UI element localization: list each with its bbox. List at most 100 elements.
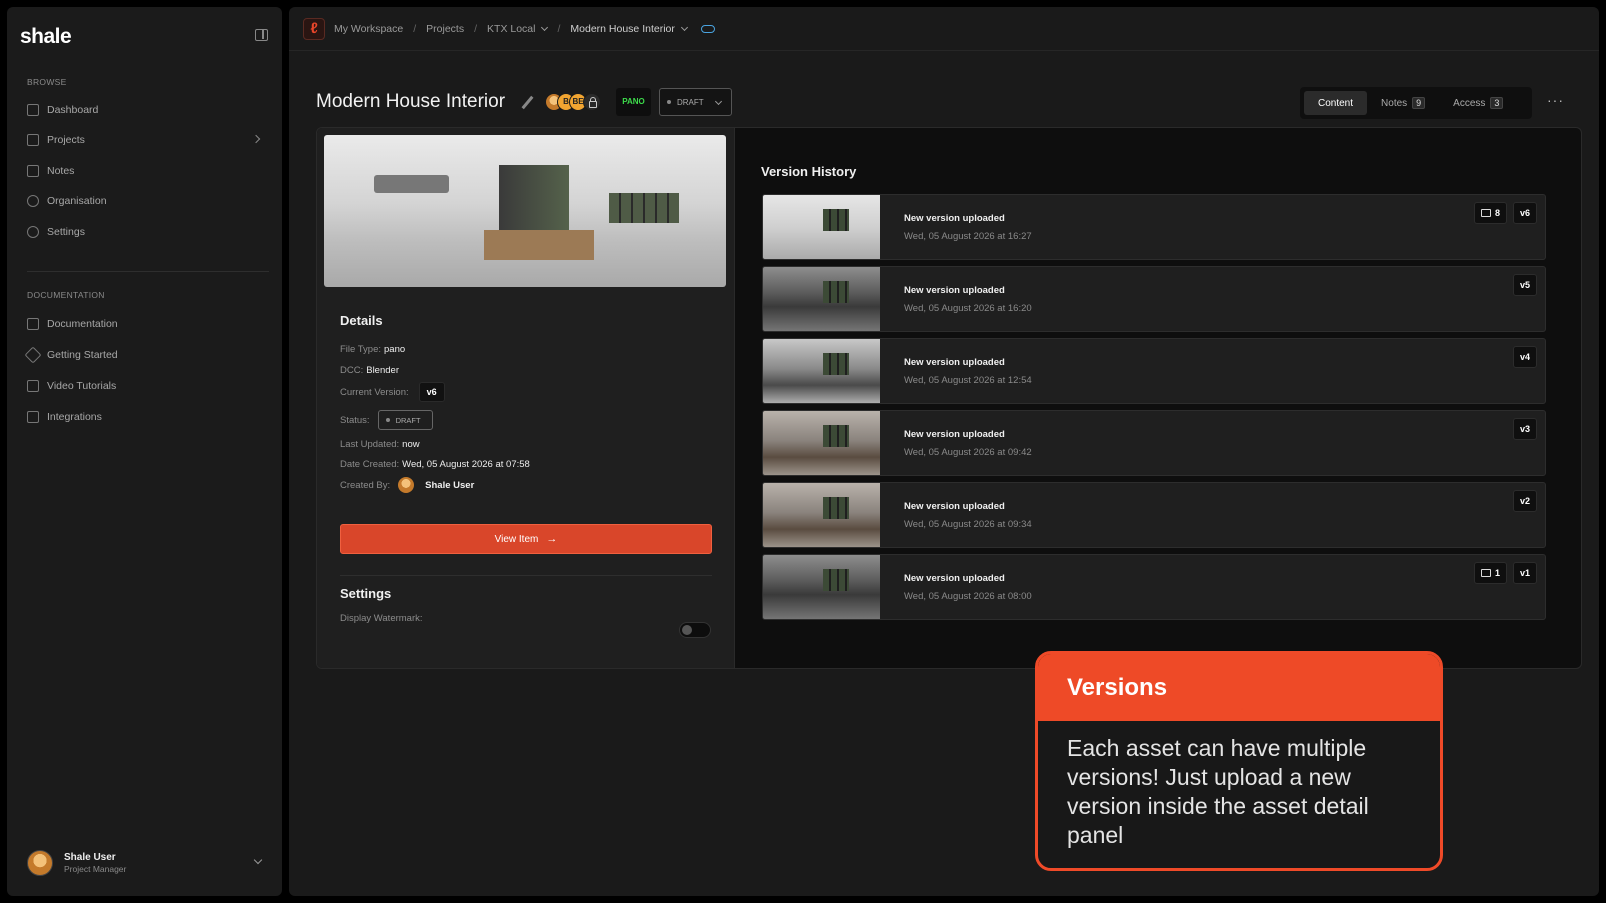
detail-status: Status: DRAFT xyxy=(340,410,433,430)
version-date: Wed, 05 August 2026 at 09:42 xyxy=(904,447,1032,458)
sidebar-item-organisation[interactable]: Organisation xyxy=(27,190,269,212)
sidebar-item-getting-started[interactable]: Getting Started xyxy=(24,344,269,366)
video-icon xyxy=(27,380,39,392)
link-icon[interactable] xyxy=(700,25,715,33)
tab-access[interactable]: Access 3 xyxy=(1439,91,1517,115)
breadcrumb-separator: / xyxy=(413,23,417,35)
version-thumbnail xyxy=(763,339,880,403)
version-title: New version uploaded xyxy=(904,429,1005,440)
status-select-label: DRAFT xyxy=(677,97,704,107)
detail-last-updated: Last Updated: now xyxy=(340,439,420,450)
chevron-down-icon xyxy=(541,23,549,32)
comment-icon xyxy=(1480,209,1491,217)
sidebar-item-documentation[interactable]: Documentation xyxy=(27,313,269,335)
version-date: Wed, 05 August 2026 at 12:54 xyxy=(904,375,1032,386)
version-row[interactable]: New version uploaded Wed, 05 August 2026… xyxy=(762,266,1546,332)
tab-count-badge: 9 xyxy=(1412,97,1426,109)
sidebar-item-label: Integrations xyxy=(47,411,102,423)
app-logo[interactable]: shale xyxy=(20,25,72,49)
file-type-badge: PANO xyxy=(616,88,651,116)
sidebar-item-notes[interactable]: Notes xyxy=(27,160,269,182)
comment-count-badge[interactable]: 1 xyxy=(1473,562,1507,584)
chevron-down-icon xyxy=(253,855,263,865)
sidebar-item-projects[interactable]: Projects xyxy=(27,129,269,151)
breadcrumb: My Workspace / Projects / KTX Local / Mo… xyxy=(334,23,715,35)
version-row[interactable]: New version uploaded Wed, 05 August 2026… xyxy=(762,338,1546,404)
breadcrumb-projects[interactable]: Projects xyxy=(426,23,464,35)
sidebar-item-settings[interactable]: Settings xyxy=(27,221,269,243)
lock-icon xyxy=(583,93,601,111)
sidebar-item-label: Getting Started xyxy=(47,349,118,361)
status-badge: DRAFT xyxy=(377,410,433,430)
sidebar-item-label: Notes xyxy=(47,165,75,177)
preview-floor xyxy=(484,230,594,260)
version-title: New version uploaded xyxy=(904,357,1005,368)
version-tag: v6 xyxy=(1513,202,1537,224)
detail-label: File Type: xyxy=(340,344,382,355)
notebook-icon xyxy=(27,165,39,177)
sidebar-item-integrations[interactable]: Integrations xyxy=(27,406,269,428)
version-date: Wed, 05 August 2026 at 09:34 xyxy=(904,519,1032,530)
view-item-button[interactable]: View Item → xyxy=(340,524,712,554)
browse-section-label: BROWSE xyxy=(27,77,67,87)
version-row[interactable]: New version uploaded Wed, 05 August 2026… xyxy=(762,410,1546,476)
sidebar-item-dashboard[interactable]: Dashboard xyxy=(27,99,269,121)
detail-label: Status: xyxy=(340,414,370,426)
breadcrumb-asset[interactable]: Modern House Interior xyxy=(570,23,688,35)
sidebar-item-label: Video Tutorials xyxy=(47,380,117,392)
breadcrumb-separator: / xyxy=(474,23,478,35)
versions-callout: Versions Each asset can have multiple ve… xyxy=(1035,651,1443,871)
asset-preview-image[interactable] xyxy=(324,135,726,287)
comment-count-badge[interactable]: 8 xyxy=(1473,202,1507,224)
library-icon xyxy=(27,318,39,330)
version-title: New version uploaded xyxy=(904,213,1005,224)
setting-watermark: Display Watermark: xyxy=(340,613,423,624)
preview-window xyxy=(609,193,679,223)
sidebar-item-video-tutorials[interactable]: Video Tutorials xyxy=(27,375,269,397)
breadcrumb-project[interactable]: KTX Local xyxy=(487,23,549,35)
breadcrumb-separator: / xyxy=(557,23,561,35)
version-tag: v2 xyxy=(1513,490,1537,512)
version-row[interactable]: New version uploaded Wed, 05 August 2026… xyxy=(762,194,1546,260)
workspace-logo-icon[interactable]: ℓ xyxy=(303,18,325,40)
more-options-icon[interactable]: ··· xyxy=(1547,92,1564,108)
sidebar-collapse-icon[interactable] xyxy=(255,29,268,41)
tab-notes[interactable]: Notes 9 xyxy=(1367,91,1439,115)
detail-current-version: Current Version: v6 xyxy=(340,382,445,402)
details-heading: Details xyxy=(340,313,383,328)
version-row[interactable]: New version uploaded Wed, 05 August 2026… xyxy=(762,482,1546,548)
sidebar-item-label: Documentation xyxy=(47,318,118,330)
version-date: Wed, 05 August 2026 at 16:27 xyxy=(904,231,1032,242)
status-dot-icon xyxy=(385,418,390,422)
detail-label: Current Version: xyxy=(340,386,409,398)
version-thumbnail xyxy=(763,411,880,475)
version-thumbnail xyxy=(763,195,880,259)
detail-file-type: File Type: pano xyxy=(340,344,405,355)
arrow-right-icon: → xyxy=(546,533,558,545)
chevron-down-icon xyxy=(714,97,723,106)
preview-fixture xyxy=(374,175,449,193)
tab-content[interactable]: Content xyxy=(1304,91,1368,115)
callout-header: Versions xyxy=(1038,654,1440,721)
topbar: ℓ My Workspace / Projects / KTX Local / … xyxy=(289,7,1599,51)
version-thumbnail xyxy=(763,483,880,547)
panel-divider xyxy=(340,575,712,576)
callout-body: Each asset can have multiple versions! J… xyxy=(1067,735,1369,848)
user-menu[interactable]: Shale User Project Manager xyxy=(27,849,267,879)
breadcrumb-project-label: KTX Local xyxy=(487,23,536,35)
version-tag: v6 xyxy=(418,382,445,402)
version-title: New version uploaded xyxy=(904,285,1005,296)
pencil-icon[interactable] xyxy=(521,95,534,110)
breadcrumb-workspace[interactable]: My Workspace xyxy=(334,23,403,35)
version-row[interactable]: New version uploaded Wed, 05 August 2026… xyxy=(762,554,1546,620)
detail-label: Date Created: xyxy=(340,459,400,470)
tab-label: Access xyxy=(1453,97,1486,109)
breadcrumb-asset-label: Modern House Interior xyxy=(570,23,675,35)
page-title: Modern House Interior xyxy=(316,91,506,112)
tab-label: Content xyxy=(1318,97,1354,109)
detail-value: Shale User xyxy=(425,479,475,491)
status-select[interactable]: DRAFT xyxy=(659,88,732,116)
watermark-toggle[interactable] xyxy=(679,622,711,638)
gear-icon xyxy=(27,226,39,238)
compass-icon xyxy=(24,346,42,364)
